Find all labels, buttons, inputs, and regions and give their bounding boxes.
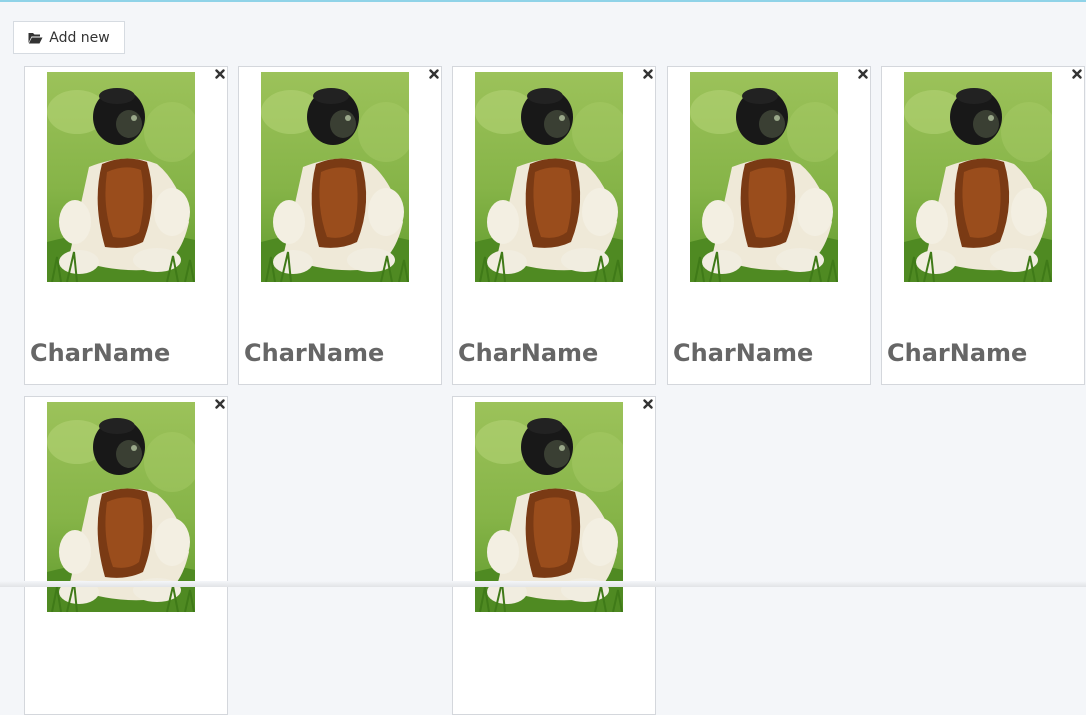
character-card[interactable] xyxy=(452,396,656,715)
bottom-scroll-shade xyxy=(0,581,1086,587)
close-icon[interactable] xyxy=(213,397,226,410)
character-name: CharName xyxy=(673,339,814,367)
close-icon[interactable] xyxy=(641,67,654,80)
character-card[interactable]: CharName xyxy=(24,66,228,385)
close-icon[interactable] xyxy=(856,67,869,80)
character-name: CharName xyxy=(244,339,385,367)
character-card[interactable]: CharName xyxy=(238,66,442,385)
close-icon[interactable] xyxy=(213,67,226,80)
character-card[interactable]: CharName xyxy=(881,66,1085,385)
close-icon[interactable] xyxy=(1070,67,1083,80)
character-name: CharName xyxy=(887,339,1028,367)
lemur-photo xyxy=(475,72,623,282)
add-new-button[interactable]: Add new xyxy=(13,21,125,54)
character-card[interactable] xyxy=(24,396,228,715)
character-name: CharName xyxy=(30,339,171,367)
lemur-photo xyxy=(47,72,195,282)
lemur-photo xyxy=(261,72,409,282)
character-card[interactable]: CharName xyxy=(667,66,871,385)
character-name: CharName xyxy=(458,339,599,367)
top-accent-bar xyxy=(0,0,1086,2)
add-new-label: Add new xyxy=(49,29,110,46)
close-icon[interactable] xyxy=(641,397,654,410)
lemur-photo xyxy=(690,72,838,282)
close-icon[interactable] xyxy=(427,67,440,80)
lemur-photo xyxy=(904,72,1052,282)
character-card[interactable]: CharName xyxy=(452,66,656,385)
folder-open-icon xyxy=(28,32,43,44)
